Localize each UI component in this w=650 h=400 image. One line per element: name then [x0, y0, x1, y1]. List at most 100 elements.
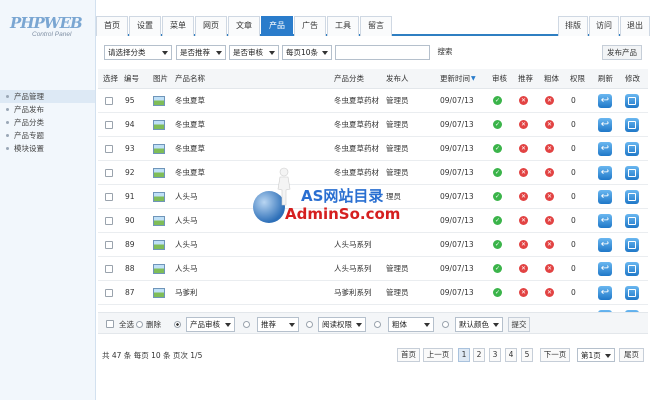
- row-product-name[interactable]: 冬虫夏草: [175, 137, 205, 160]
- audit-action-select[interactable]: 产品审核: [186, 317, 235, 332]
- row-product-name[interactable]: 冬虫夏草: [175, 113, 205, 136]
- page-number-1[interactable]: 1: [458, 348, 470, 362]
- row-recommend-toggle[interactable]: ✕: [519, 257, 528, 280]
- row-bold-toggle[interactable]: ✕: [545, 257, 554, 280]
- row-bold-toggle[interactable]: ✕: [545, 185, 554, 208]
- page-prev-button[interactable]: 上一页: [423, 348, 453, 362]
- sidebar-item-product-category[interactable]: 产品分类: [0, 116, 95, 129]
- row-refresh-button[interactable]: ↩: [598, 209, 612, 232]
- row-audit-toggle[interactable]: ✓: [493, 89, 502, 112]
- row-select-checkbox[interactable]: [105, 281, 113, 304]
- row-recommend-toggle[interactable]: ✕: [519, 209, 528, 232]
- logout-button[interactable]: 退出: [620, 16, 650, 36]
- row-edit-button[interactable]: [625, 185, 639, 208]
- tab-messages[interactable]: 留言: [360, 16, 392, 36]
- row-audit-toggle[interactable]: ✓: [493, 185, 502, 208]
- search-button[interactable]: 搜索: [434, 45, 456, 60]
- row-bold-toggle[interactable]: ✕: [545, 113, 554, 136]
- row-picture[interactable]: [153, 161, 165, 184]
- row-edit-button[interactable]: [625, 161, 639, 184]
- row-audit-toggle[interactable]: ✓: [493, 281, 502, 304]
- sidebar-item-product-publish[interactable]: 产品发布: [0, 103, 95, 116]
- row-edit-button[interactable]: [625, 281, 639, 304]
- bold-action-select[interactable]: 粗体: [388, 317, 434, 332]
- permission-radio[interactable]: [306, 313, 313, 335]
- select-all-checkbox[interactable]: [106, 313, 114, 335]
- page-number-4[interactable]: 4: [505, 348, 517, 362]
- row-refresh-button[interactable]: ↩: [598, 161, 612, 184]
- row-picture[interactable]: [153, 281, 165, 304]
- row-picture[interactable]: [153, 137, 165, 160]
- tab-ads[interactable]: 广告: [294, 16, 326, 36]
- row-bold-toggle[interactable]: ✕: [545, 233, 554, 256]
- row-edit-button[interactable]: [625, 89, 639, 112]
- permission-action-select[interactable]: 阅读权限: [318, 317, 366, 332]
- tab-tools[interactable]: 工具: [327, 16, 359, 36]
- recommend-radio[interactable]: [243, 313, 250, 335]
- search-input[interactable]: [335, 45, 430, 60]
- row-edit-button[interactable]: [625, 209, 639, 232]
- row-recommend-toggle[interactable]: ✕: [519, 281, 528, 304]
- row-select-checkbox[interactable]: [105, 89, 113, 112]
- row-picture[interactable]: [153, 185, 165, 208]
- sidebar-item-product-topic[interactable]: 产品专题: [0, 129, 95, 142]
- tab-menu[interactable]: 菜单: [162, 16, 194, 36]
- row-audit-toggle[interactable]: ✓: [493, 137, 502, 160]
- tab-settings[interactable]: 设置: [129, 16, 161, 36]
- row-bold-toggle[interactable]: ✕: [545, 209, 554, 232]
- row-product-name[interactable]: 人头马: [175, 209, 198, 232]
- row-picture[interactable]: [153, 89, 165, 112]
- page-number-2[interactable]: 2: [473, 348, 485, 362]
- row-audit-toggle[interactable]: ✓: [493, 113, 502, 136]
- row-select-checkbox[interactable]: [105, 113, 113, 136]
- row-product-name[interactable]: 人头马: [175, 257, 198, 280]
- color-radio[interactable]: [442, 313, 449, 335]
- row-audit-toggle[interactable]: ✓: [493, 161, 502, 184]
- row-edit-button[interactable]: [625, 257, 639, 280]
- row-refresh-button[interactable]: ↩: [598, 89, 612, 112]
- delete-radio[interactable]: [136, 313, 143, 335]
- row-audit-toggle[interactable]: ✓: [493, 257, 502, 280]
- row-bold-toggle[interactable]: ✕: [545, 89, 554, 112]
- page-first-button[interactable]: 首页: [397, 348, 420, 362]
- row-refresh-button[interactable]: ↩: [598, 257, 612, 280]
- row-recommend-toggle[interactable]: ✕: [519, 89, 528, 112]
- row-picture[interactable]: [153, 257, 165, 280]
- row-edit-button[interactable]: [625, 137, 639, 160]
- tab-articles[interactable]: 文章: [228, 16, 260, 36]
- row-select-checkbox[interactable]: [105, 257, 113, 280]
- row-select-checkbox[interactable]: [105, 233, 113, 256]
- per-page-select[interactable]: 每页10条: [282, 45, 332, 60]
- visit-button[interactable]: 访问: [589, 16, 619, 36]
- row-recommend-toggle[interactable]: ✕: [519, 161, 528, 184]
- page-number-3[interactable]: 3: [489, 348, 501, 362]
- row-picture[interactable]: [153, 113, 165, 136]
- row-select-checkbox[interactable]: [105, 161, 113, 184]
- audit-radio[interactable]: [174, 313, 181, 335]
- bold-radio[interactable]: [374, 313, 381, 335]
- row-picture[interactable]: [153, 233, 165, 256]
- row-audit-toggle[interactable]: ✓: [493, 233, 502, 256]
- row-refresh-button[interactable]: ↩: [598, 281, 612, 304]
- row-recommend-toggle[interactable]: ✕: [519, 185, 528, 208]
- row-select-checkbox[interactable]: [105, 209, 113, 232]
- row-bold-toggle[interactable]: ✕: [545, 281, 554, 304]
- row-recommend-toggle[interactable]: ✕: [519, 113, 528, 136]
- tab-home[interactable]: 首页: [96, 16, 128, 36]
- layout-button[interactable]: 排版: [558, 16, 588, 36]
- row-picture[interactable]: [153, 209, 165, 232]
- recommend-action-select[interactable]: 推荐: [257, 317, 299, 332]
- row-bold-toggle[interactable]: ✕: [545, 161, 554, 184]
- row-audit-toggle[interactable]: ✓: [493, 209, 502, 232]
- recommend-select[interactable]: 是否推荐: [176, 45, 226, 60]
- row-bold-toggle[interactable]: ✕: [545, 137, 554, 160]
- row-refresh-button[interactable]: ↩: [598, 233, 612, 256]
- row-edit-button[interactable]: [625, 113, 639, 136]
- category-select[interactable]: 请选择分类: [104, 45, 172, 60]
- row-select-checkbox[interactable]: [105, 185, 113, 208]
- row-edit-button[interactable]: [625, 233, 639, 256]
- row-refresh-button[interactable]: ↩: [598, 113, 612, 136]
- publish-product-button[interactable]: 发布产品: [602, 45, 642, 60]
- page-jump-select[interactable]: 第1页: [577, 348, 615, 362]
- audit-select[interactable]: 是否审核: [229, 45, 279, 60]
